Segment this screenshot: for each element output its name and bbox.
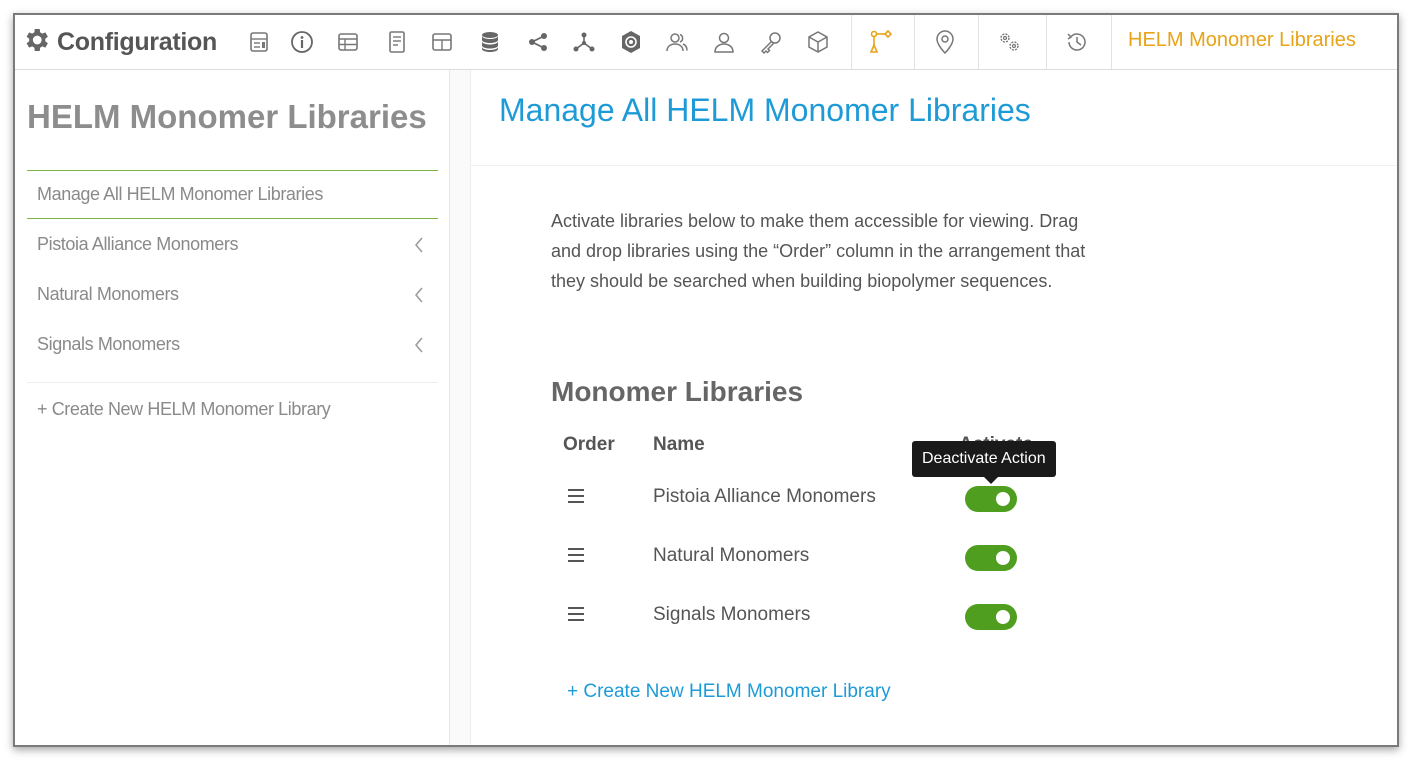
toolbar-separator bbox=[914, 15, 915, 69]
share-icon[interactable] bbox=[525, 29, 551, 55]
chevron-left-icon[interactable] bbox=[413, 335, 425, 355]
table-icon[interactable] bbox=[335, 29, 361, 55]
create-library-link[interactable]: + Create New HELM Monomer Library bbox=[567, 681, 891, 703]
sidebar-item-manage-all[interactable]: Manage All HELM Monomer Libraries bbox=[37, 184, 323, 205]
users-icon[interactable] bbox=[664, 29, 690, 55]
helm-icon[interactable] bbox=[868, 29, 894, 55]
molecule-icon[interactable] bbox=[571, 29, 597, 55]
sidebar-create-library-link[interactable]: + Create New HELM Monomer Library bbox=[37, 399, 331, 420]
gear-icon bbox=[21, 25, 51, 60]
activate-toggle[interactable] bbox=[965, 604, 1017, 630]
toolbar-separator bbox=[1046, 15, 1047, 69]
user-icon[interactable] bbox=[711, 29, 737, 55]
sidebar-selected-rule-bottom bbox=[27, 218, 438, 219]
sidebar-item-natural[interactable]: Natural Monomers bbox=[37, 284, 179, 305]
library-name: Pistoia Alliance Monomers bbox=[653, 486, 876, 507]
sidebar-gutter bbox=[450, 70, 471, 745]
sidebar: HELM Monomer Libraries Manage All HELM M… bbox=[15, 70, 450, 745]
top-toolbar: Configuration HELM Monomer Libraries bbox=[15, 15, 1397, 70]
tooltip: Deactivate Action bbox=[912, 441, 1056, 484]
activate-toggle[interactable] bbox=[965, 545, 1017, 571]
page-title: Manage All HELM Monomer Libraries bbox=[499, 92, 1031, 128]
sidebar-item-signals[interactable]: Signals Monomers bbox=[37, 334, 180, 355]
grid-table-icon[interactable] bbox=[429, 29, 455, 55]
cube-icon[interactable] bbox=[805, 29, 831, 55]
tooltip-arrow bbox=[984, 477, 998, 484]
sidebar-title: HELM Monomer Libraries bbox=[27, 98, 427, 135]
location-pin-icon[interactable] bbox=[932, 29, 958, 55]
key-icon[interactable] bbox=[758, 29, 784, 55]
configuration-brand[interactable]: Configuration bbox=[21, 25, 217, 59]
app-title: Configuration bbox=[57, 27, 217, 56]
toolbar-separator bbox=[1111, 15, 1112, 69]
database-icon[interactable] bbox=[477, 29, 503, 55]
library-name: Signals Monomers bbox=[653, 604, 811, 625]
activate-toggle[interactable] bbox=[965, 486, 1017, 512]
main-content: Manage All HELM Monomer Libraries Activa… bbox=[471, 70, 1397, 745]
tooltip-text: Deactivate Action bbox=[922, 450, 1046, 467]
toolbar-separator bbox=[851, 15, 852, 69]
column-header-name: Name bbox=[653, 434, 705, 455]
layout-icon[interactable] bbox=[246, 29, 272, 55]
toggle-knob bbox=[996, 610, 1010, 624]
sidebar-item-pistoia[interactable]: Pistoia Alliance Monomers bbox=[37, 234, 239, 255]
document-icon[interactable] bbox=[384, 29, 410, 55]
info-icon[interactable] bbox=[289, 29, 315, 55]
title-divider bbox=[471, 165, 1397, 166]
column-header-order: Order bbox=[563, 434, 615, 455]
chevron-left-icon[interactable] bbox=[413, 235, 425, 255]
history-icon[interactable] bbox=[1064, 29, 1090, 55]
drag-handle-icon[interactable] bbox=[567, 547, 587, 563]
section-title: Monomer Libraries bbox=[551, 376, 804, 407]
settings-gears-icon[interactable] bbox=[996, 29, 1022, 55]
toggle-knob bbox=[996, 492, 1010, 506]
drag-handle-icon[interactable] bbox=[567, 488, 587, 504]
sidebar-divider bbox=[27, 382, 438, 383]
drag-handle-icon[interactable] bbox=[567, 606, 587, 622]
badge-icon[interactable] bbox=[618, 29, 644, 55]
sidebar-selected-rule-top bbox=[27, 170, 438, 171]
library-name: Natural Monomers bbox=[653, 545, 810, 566]
app-window: Configuration HELM Monomer Libraries HEL… bbox=[13, 13, 1399, 747]
chevron-left-icon[interactable] bbox=[413, 285, 425, 305]
toggle-knob bbox=[996, 551, 1010, 565]
page-description: Activate libraries below to make them ac… bbox=[551, 211, 1086, 291]
current-section-label[interactable]: HELM Monomer Libraries bbox=[1128, 29, 1356, 52]
toolbar-separator bbox=[978, 15, 979, 69]
